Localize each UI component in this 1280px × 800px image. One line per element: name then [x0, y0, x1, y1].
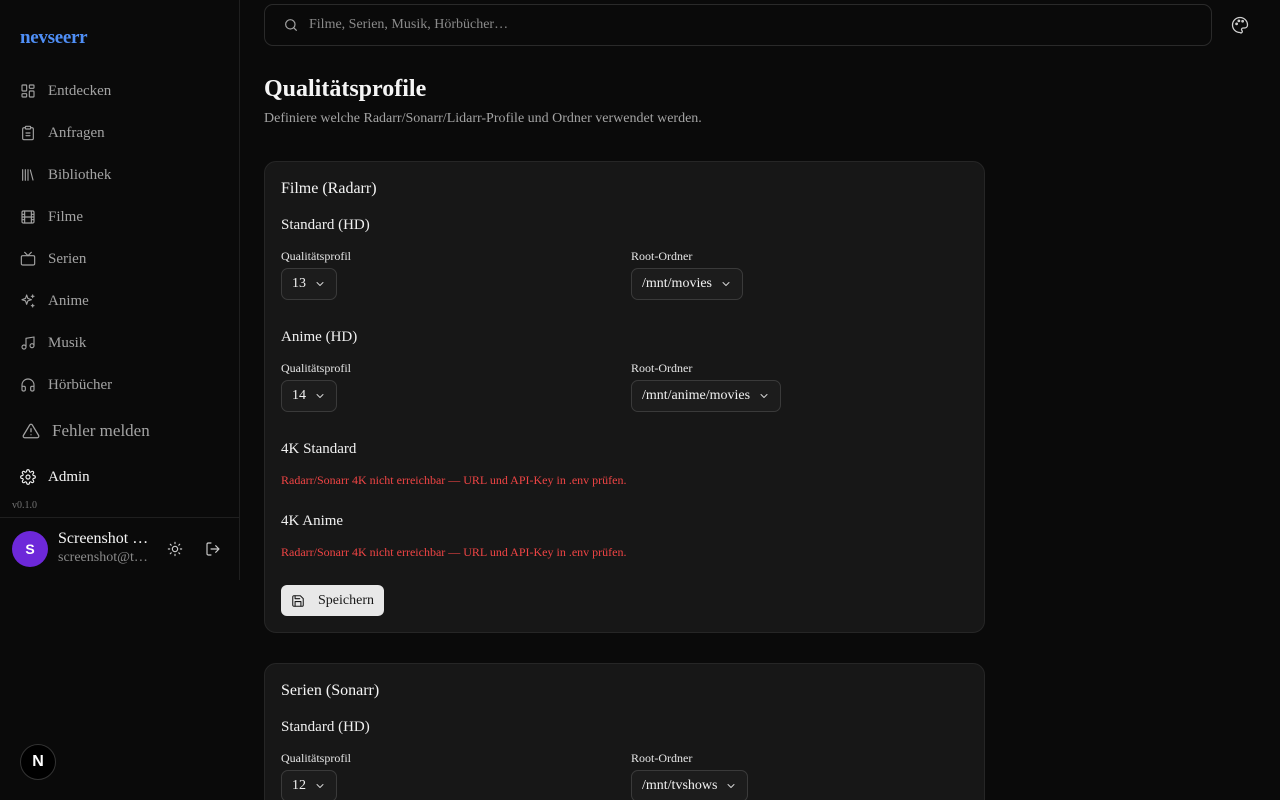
logout-button[interactable] — [201, 537, 225, 561]
search-bar[interactable] — [264, 4, 1212, 46]
palette-icon — [1231, 16, 1249, 34]
quality-profile-label: Qualitätsprofil — [281, 361, 351, 375]
sidebar-item-label: Anfragen — [48, 124, 105, 141]
movies-radarr-card: Filme (Radarr) Standard (HD) Qualitätspr… — [264, 161, 985, 633]
search-icon — [285, 19, 297, 31]
quality-profile-select[interactable]: 12 — [281, 770, 337, 800]
film-icon — [21, 210, 35, 224]
root-folder-label: Root-Ordner — [631, 361, 693, 375]
user-name: Screenshot … — [58, 530, 149, 547]
sidebar-item-filme[interactable]: Filme — [20, 203, 220, 231]
select-value: 14 — [292, 388, 306, 403]
quality-profile-label: Qualitätsprofil — [281, 249, 351, 263]
headphones-icon — [21, 378, 35, 392]
theme-palette-button[interactable] — [1228, 13, 1252, 37]
quality-profile-select[interactable]: 14 — [281, 380, 337, 412]
sidebar-item-label: Admin — [48, 468, 90, 485]
warning-icon — [22, 423, 40, 439]
sidebar-item-hoerbuecher[interactable]: Hörbücher — [20, 371, 220, 399]
quality-profile-select[interactable]: 13 — [281, 268, 337, 300]
root-folder-select[interactable]: /mnt/tvshows — [631, 770, 749, 800]
nextjs-dev-badge[interactable]: N — [20, 744, 56, 780]
card-title: Filme (Radarr) — [281, 180, 377, 197]
section-title: 4K Standard — [281, 441, 357, 457]
library-icon — [22, 169, 34, 181]
chevron-down-icon — [316, 282, 324, 286]
sidebar-item-musik[interactable]: Musik — [20, 329, 220, 357]
select-value: /mnt/movies — [642, 276, 712, 291]
page-subtitle: Definiere welche Radarr/Sonarr/Lidarr-Pr… — [264, 111, 702, 126]
sidebar: nevseerr Entdecken Anfragen Bibliothek F… — [0, 0, 240, 580]
chevron-down-icon — [760, 394, 768, 398]
sidebar-item-label: Musik — [48, 334, 87, 351]
root-folder-select[interactable]: /mnt/anime/movies — [631, 380, 782, 412]
section-title: Anime (HD) — [281, 329, 358, 345]
search-input[interactable] — [309, 17, 1189, 33]
sidebar-item-bibliothek[interactable]: Bibliothek — [20, 161, 220, 189]
sidebar-item-label: Serien — [48, 250, 87, 267]
user-email: screenshot@t… — [58, 550, 148, 565]
section-title: Standard (HD) — [281, 217, 370, 233]
tv-icon — [20, 251, 36, 266]
error-message: Radarr/Sonarr 4K nicht erreichbar — URL … — [281, 473, 627, 487]
sidebar-item-label: Hörbücher — [48, 376, 113, 393]
sidebar-item-label: Filme — [48, 208, 84, 225]
page-title: Qualitätsprofile — [264, 76, 427, 102]
save-label: Speichern — [318, 592, 374, 608]
chevron-down-icon — [316, 394, 324, 398]
gear-icon — [20, 469, 36, 485]
sidebar-item-entdecken[interactable]: Entdecken — [20, 77, 220, 105]
music-icon — [21, 336, 35, 350]
card-title: Serien (Sonarr) — [281, 682, 380, 699]
save-button[interactable]: Speichern — [281, 585, 384, 616]
root-folder-label: Root-Ordner — [631, 751, 693, 765]
sidebar-item-label: Entdecken — [48, 82, 112, 99]
sidebar-item-label: Anime — [48, 292, 89, 309]
avatar[interactable]: S — [12, 531, 48, 567]
select-value: /mnt/tvshows — [642, 778, 718, 793]
chevron-down-icon — [316, 784, 324, 788]
report-bug-button[interactable]: Fehler melden — [22, 417, 222, 445]
sidebar-item-admin[interactable]: Admin — [20, 463, 220, 491]
sparkles-icon — [21, 294, 35, 308]
series-sonarr-card: Serien (Sonarr) Standard (HD) Qualitätsp… — [264, 663, 985, 800]
root-folder-label: Root-Ordner — [631, 249, 693, 263]
sidebar-item-anfragen[interactable]: Anfragen — [20, 119, 220, 147]
sidebar-item-label: Bibliothek — [48, 166, 112, 183]
error-message: Radarr/Sonarr 4K nicht erreichbar — URL … — [281, 545, 627, 559]
chevron-down-icon — [727, 784, 735, 788]
select-value: 12 — [292, 778, 306, 793]
section-title: 4K Anime — [281, 513, 344, 529]
clipboard-icon — [22, 125, 34, 141]
app-logo[interactable]: nevseerr — [20, 27, 88, 49]
chevron-down-icon — [722, 282, 730, 286]
select-value: 13 — [292, 276, 306, 291]
sidebar-item-anime[interactable]: Anime — [20, 287, 220, 315]
divider — [0, 517, 240, 518]
report-bug-label: Fehler melden — [52, 421, 150, 440]
sidebar-item-serien[interactable]: Serien — [20, 245, 220, 273]
grid-icon — [21, 84, 35, 98]
root-folder-select[interactable]: /mnt/movies — [631, 268, 743, 300]
logout-icon — [206, 542, 220, 556]
theme-toggle-button[interactable] — [163, 537, 187, 561]
app-version: v0.1.0 — [12, 500, 37, 511]
save-icon — [292, 594, 304, 607]
quality-profile-label: Qualitätsprofil — [281, 751, 351, 765]
section-title: Standard (HD) — [281, 719, 370, 735]
sun-icon — [167, 541, 183, 557]
select-value: /mnt/anime/movies — [642, 388, 751, 403]
